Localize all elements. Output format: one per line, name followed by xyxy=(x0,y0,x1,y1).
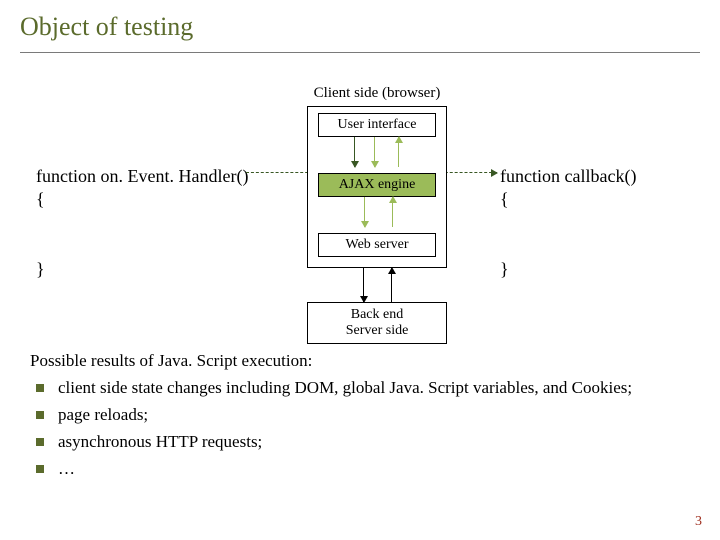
results-paragraph: Possible results of Java. Script executi… xyxy=(30,350,692,481)
close-brace: } xyxy=(500,258,636,281)
code-snippet-left: function on. Event. Handler() { } xyxy=(36,165,248,281)
arrow-up-icon xyxy=(398,137,399,167)
open-brace: { xyxy=(36,188,248,211)
open-brace: { xyxy=(500,188,636,211)
backend-box: Back end Server side xyxy=(307,302,447,344)
architecture-diagram: Client side (browser) User interface AJA… xyxy=(297,85,457,325)
gap-ui-ajax xyxy=(308,137,446,167)
close-brace: } xyxy=(36,258,248,281)
slide-title: Object of testing xyxy=(20,12,700,48)
gap-ajax-web xyxy=(308,197,446,227)
arrow-up-icon xyxy=(392,197,393,227)
list-item: … xyxy=(30,458,692,481)
results-intro: Possible results of Java. Script executi… xyxy=(30,350,692,373)
web-server-box: Web server xyxy=(318,233,436,257)
code-snippet-right: function callback() { } xyxy=(500,165,636,281)
gap-web-backend xyxy=(297,268,457,302)
arrow-down-icon xyxy=(363,268,364,302)
title-block: Object of testing xyxy=(20,12,700,53)
fn-signature: function on. Event. Handler() xyxy=(36,165,248,188)
client-box: User interface AJAX engine Web server xyxy=(307,106,447,268)
arrow-up-icon xyxy=(391,268,392,302)
client-side-label: Client side (browser) xyxy=(297,85,457,102)
ajax-engine-box: AJAX engine xyxy=(318,173,436,197)
user-interface-box: User interface xyxy=(318,113,436,137)
results-list: client side state changes including DOM,… xyxy=(30,377,692,481)
list-item: asynchronous HTTP requests; xyxy=(30,431,692,454)
arrow-down-icon xyxy=(364,197,365,227)
arrow-down-icon xyxy=(354,137,355,167)
fn-signature: function callback() xyxy=(500,165,636,188)
page-number: 3 xyxy=(695,514,702,530)
backend-line1: Back end xyxy=(308,307,446,323)
arrow-down-icon xyxy=(374,137,375,167)
backend-line2: Server side xyxy=(308,323,446,339)
list-item: client side state changes including DOM,… xyxy=(30,377,692,400)
title-underline xyxy=(20,52,700,53)
list-item: page reloads; xyxy=(30,404,692,427)
